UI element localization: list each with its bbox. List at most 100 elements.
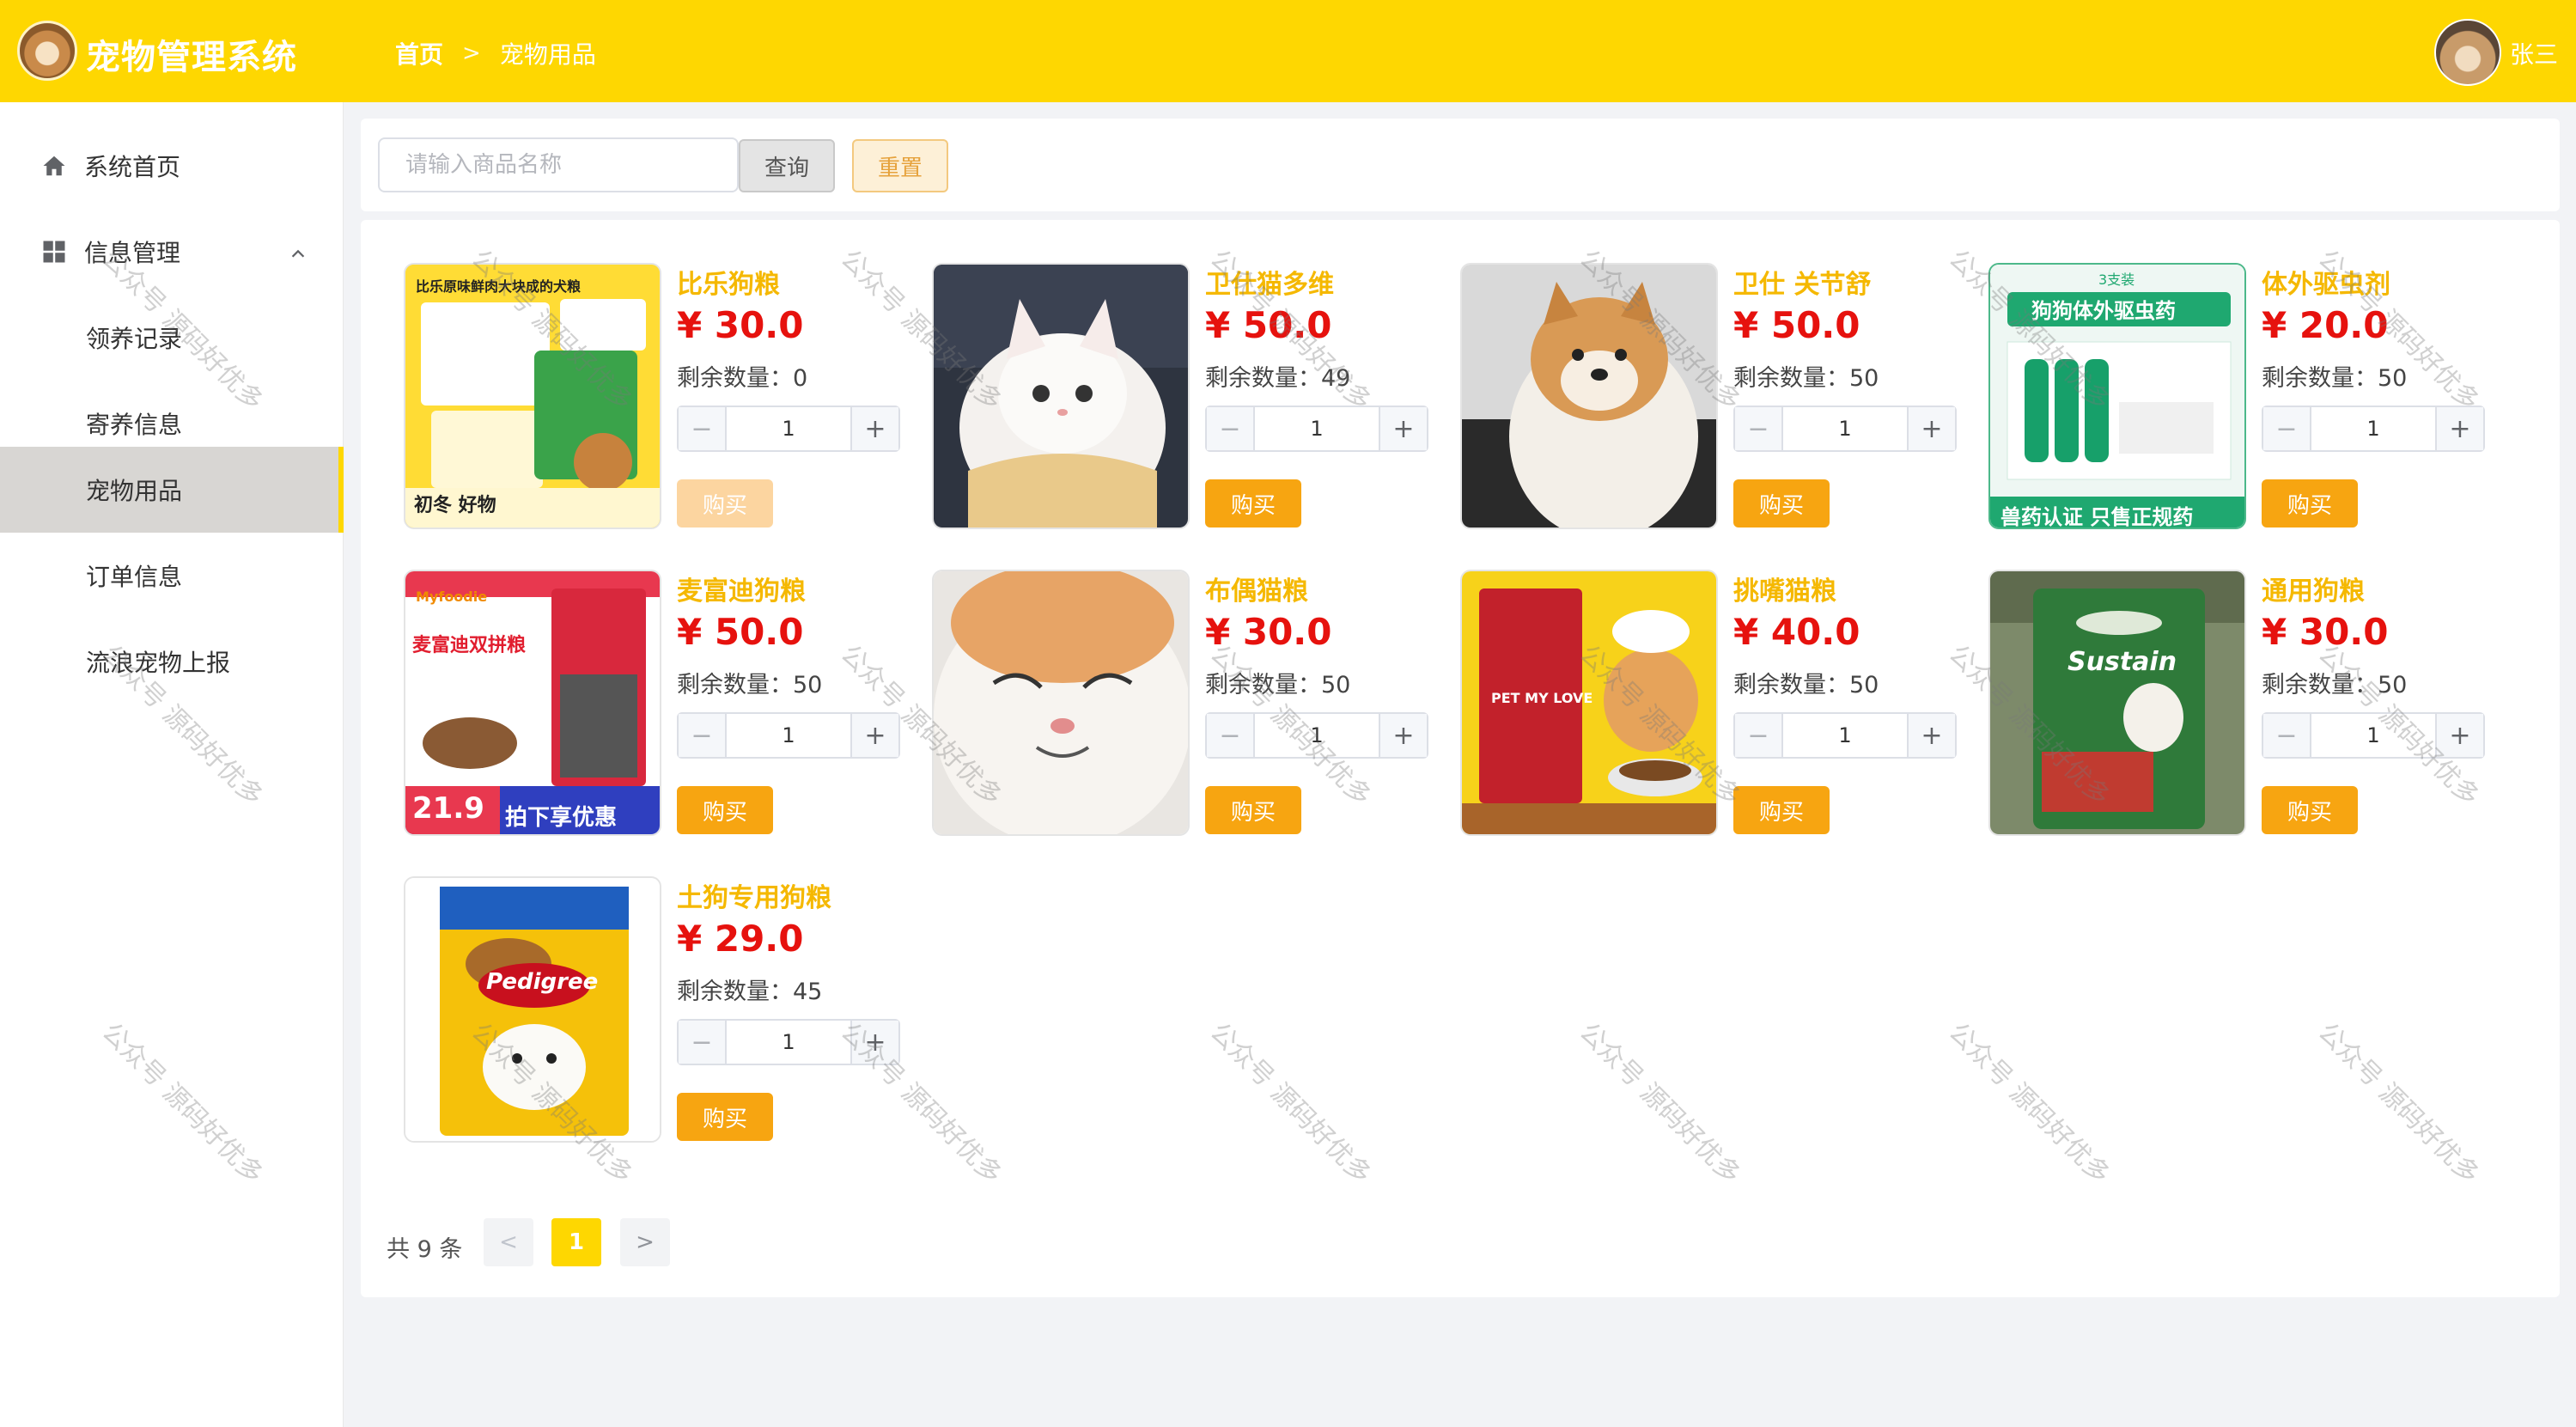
minus-icon[interactable]: − — [679, 407, 727, 450]
product-card: 卫仕 关节舒 ¥ 50.0 剩余数量：50 − 1 + 购买 — [1460, 263, 1976, 529]
quantity-value[interactable]: 1 — [727, 714, 850, 757]
minus-icon[interactable]: − — [1735, 714, 1783, 757]
breadcrumb: 首页 > 宠物用品 — [395, 36, 596, 70]
quantity-value[interactable]: 1 — [2311, 407, 2435, 450]
product-price: ¥ 50.0 — [677, 611, 804, 653]
sidebar-item-home[interactable]: 系统首页 — [0, 123, 344, 209]
search-input[interactable] — [378, 137, 739, 192]
plus-icon[interactable]: + — [850, 1021, 898, 1064]
plus-icon[interactable]: + — [1907, 407, 1955, 450]
breadcrumb-separator-icon: > — [462, 40, 481, 66]
product-price: ¥ 30.0 — [1205, 611, 1332, 653]
product-card: PET MY LOVE 挑嘴猫粮 ¥ 40.0 剩余数量：50 − 1 + 购买 — [1460, 570, 1976, 836]
search-bar: 查询 重置 — [361, 119, 2560, 211]
plus-icon[interactable]: + — [850, 714, 898, 757]
home-icon — [41, 153, 67, 179]
sidebar-item-label: 宠物用品 — [86, 477, 183, 505]
plus-icon[interactable]: + — [2435, 714, 2483, 757]
quantity-value[interactable]: 1 — [727, 407, 850, 450]
page-number[interactable]: 1 — [551, 1218, 601, 1266]
prev-page-icon[interactable]: < — [484, 1218, 533, 1266]
buy-button[interactable]: 购买 — [1205, 786, 1301, 834]
product-name: 挑嘴猫粮 — [1733, 576, 1836, 607]
product-image[interactable] — [932, 263, 1190, 529]
quantity-value[interactable]: 1 — [2311, 714, 2435, 757]
quantity-value[interactable]: 1 — [1783, 407, 1907, 450]
minus-icon[interactable]: − — [1735, 407, 1783, 450]
quantity-value[interactable]: 1 — [727, 1021, 850, 1064]
sidebar-item-pet-supplies[interactable]: 宠物用品 — [0, 447, 344, 533]
grid-icon — [41, 239, 67, 265]
minus-icon[interactable]: − — [2263, 714, 2311, 757]
minus-icon[interactable]: − — [1207, 714, 1255, 757]
buy-button[interactable]: 购买 — [2262, 786, 2358, 834]
product-card: Myfoodie 麦富迪双拼粮 21.9 拍下享优惠 麦富迪狗粮 ¥ 50.0 … — [404, 570, 919, 836]
product-name: 通用狗粮 — [2262, 576, 2365, 607]
minus-icon[interactable]: − — [1207, 407, 1255, 450]
breadcrumb-home[interactable]: 首页 — [395, 36, 443, 70]
sidebar-item-adoption-records[interactable]: 领养记录 — [0, 295, 344, 381]
top-header: 宠物管理系统 首页 > 宠物用品 张三 — [0, 0, 2576, 102]
minus-icon[interactable]: − — [679, 1021, 727, 1064]
buy-button[interactable]: 购买 — [677, 1093, 773, 1141]
product-card: 布偶猫粮 ¥ 30.0 剩余数量：50 − 1 + 购买 — [932, 570, 1447, 836]
plus-icon[interactable]: + — [2435, 407, 2483, 450]
minus-icon[interactable]: − — [2263, 407, 2311, 450]
buy-button[interactable]: 购买 — [677, 786, 773, 834]
image-caption: PET MY LOVE — [1491, 690, 1593, 706]
user-avatar[interactable] — [2434, 19, 2501, 86]
sidebar-item-stray-report[interactable]: 流浪宠物上报 — [0, 619, 344, 704]
quantity-stepper: − 1 + — [2262, 712, 2485, 759]
product-name: 卫仕猫多维 — [1205, 270, 1334, 300]
minus-icon[interactable]: − — [679, 714, 727, 757]
product-grid: 比乐原味鲜肉大块成的犬粮 初冬 好物 比乐狗粮 ¥ 30.0 剩余数量：0 − … — [361, 220, 2560, 1297]
product-price: ¥ 50.0 — [1205, 304, 1332, 346]
plus-icon[interactable]: + — [1379, 407, 1427, 450]
product-card: Sustain 通用狗粮 ¥ 30.0 剩余数量：50 − 1 + 购买 — [1988, 570, 2504, 836]
buy-button[interactable]: 购买 — [677, 479, 773, 528]
image-caption: Pedigree — [486, 969, 599, 995]
sidebar-item-label: 订单信息 — [86, 563, 183, 591]
product-image[interactable] — [404, 876, 661, 1143]
user-name[interactable]: 张三 — [2510, 36, 2558, 70]
product-stock: 剩余数量：50 — [1205, 672, 1351, 698]
quantity-stepper: − 1 + — [1733, 406, 1957, 452]
image-caption: Sustain — [2067, 647, 2177, 677]
product-price: ¥ 40.0 — [1733, 611, 1860, 653]
plus-icon[interactable]: + — [1907, 714, 1955, 757]
product-name: 比乐狗粮 — [677, 270, 780, 300]
sidebar-item-order-info[interactable]: 订单信息 — [0, 533, 344, 619]
quantity-stepper: − 1 + — [1205, 712, 1428, 759]
sidebar-item-label: 寄养信息 — [86, 411, 183, 439]
image-caption: 比乐原味鲜肉大块成的犬粮 — [416, 278, 582, 295]
buy-button[interactable]: 购买 — [1733, 786, 1830, 834]
sidebar-item-info-management[interactable]: 信息管理 — [0, 209, 344, 295]
pagination-total: 共 9 条 — [387, 1236, 463, 1263]
product-stock: 剩余数量：0 — [677, 365, 808, 392]
product-name: 体外驱虫剂 — [2262, 270, 2390, 300]
quantity-stepper: − 1 + — [1733, 712, 1957, 759]
plus-icon[interactable]: + — [850, 407, 898, 450]
plus-icon[interactable]: + — [1379, 714, 1427, 757]
product-image[interactable] — [1460, 263, 1718, 529]
sidebar: 系统首页 信息管理 领养记录 寄养信息 宠物用品 订单信息 流浪宠物上报 — [0, 102, 344, 1427]
buy-button[interactable]: 购买 — [1733, 479, 1830, 528]
product-stock: 剩余数量：50 — [2262, 672, 2408, 698]
product-stock: 剩余数量：49 — [1205, 365, 1351, 392]
product-name: 卫仕 关节舒 — [1733, 270, 1872, 300]
quantity-value[interactable]: 1 — [1255, 714, 1379, 757]
product-name: 土狗专用狗粮 — [677, 883, 831, 913]
product-card: 3支装 狗狗体外驱虫药 兽药认证 只售正规药 体外驱虫剂 ¥ 20.0 剩余数量… — [1988, 263, 2504, 529]
reset-button[interactable]: 重置 — [852, 139, 948, 192]
quantity-value[interactable]: 1 — [1783, 714, 1907, 757]
query-button[interactable]: 查询 — [739, 139, 835, 192]
next-page-icon[interactable]: > — [620, 1218, 670, 1266]
buy-button[interactable]: 购买 — [1205, 479, 1301, 528]
product-image[interactable] — [932, 570, 1190, 836]
buy-button[interactable]: 购买 — [2262, 479, 2358, 528]
quantity-stepper: − 1 + — [2262, 406, 2485, 452]
product-image[interactable] — [1988, 570, 2246, 836]
quantity-value[interactable]: 1 — [1255, 407, 1379, 450]
breadcrumb-current: 宠物用品 — [499, 40, 596, 69]
image-caption: Myfoodie — [416, 588, 488, 605]
